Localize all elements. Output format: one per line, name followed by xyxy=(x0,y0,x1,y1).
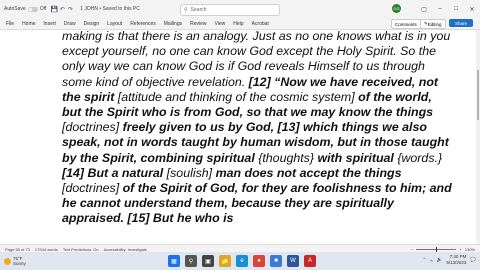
search-icon: ⚲ xyxy=(184,7,188,13)
avatar[interactable]: GG xyxy=(392,4,401,13)
verse-number: [12] xyxy=(248,74,271,89)
search-box[interactable]: ⚲ Search xyxy=(180,4,280,16)
document-title: 1 JOHN • Saved to this PC xyxy=(80,6,140,12)
comments-label: Comments xyxy=(395,21,417,27)
amplified-note: [soulish] xyxy=(166,165,213,180)
window-controls: ▢ – □ ✕ xyxy=(416,0,480,18)
document-text[interactable]: making is that there is an analogy. Just… xyxy=(62,30,452,227)
minimize-button[interactable]: – xyxy=(432,0,448,18)
scripture-text: But a natural xyxy=(84,165,167,180)
amplified-note: [doctrines] xyxy=(62,181,120,196)
autosave-switch[interactable] xyxy=(27,6,38,12)
task-view-icon[interactable]: ▣ xyxy=(202,255,214,267)
tab-layout[interactable]: Layout xyxy=(103,21,126,27)
verse-number: [15] xyxy=(127,211,150,226)
amplified-note: {thoughts} xyxy=(258,150,315,165)
redo-icon[interactable]: ↷ xyxy=(66,5,74,13)
wifi-icon[interactable]: ≈ xyxy=(430,258,432,263)
scrollbar-thumb[interactable] xyxy=(477,70,479,120)
avatar-initials: GG xyxy=(393,6,400,11)
word-icon[interactable]: W xyxy=(287,255,299,267)
notification-icon[interactable]: 💬 xyxy=(470,257,476,263)
autosave-label: AutoSave xyxy=(4,6,26,12)
amplified-note: [doctrines] xyxy=(62,120,120,135)
close-button[interactable]: ✕ xyxy=(464,0,480,18)
ribbon-options-icon[interactable]: ▢ xyxy=(416,0,432,18)
share-label: Share xyxy=(454,20,467,26)
text-predictions[interactable]: Text Predictions: On xyxy=(63,247,99,252)
clock[interactable]: 7:40 PM 5/13/2023 xyxy=(446,254,466,266)
weather-widget[interactable]: 75°F Sunny xyxy=(4,256,26,266)
scripture-text: freely given to us by God, xyxy=(119,120,278,135)
editing-label: Editing xyxy=(427,21,442,27)
chrome-icon[interactable]: ● xyxy=(253,255,265,267)
undo-icon[interactable]: ↶ xyxy=(58,5,66,13)
tab-design[interactable]: Design xyxy=(80,21,104,27)
share-button[interactable]: Share xyxy=(449,19,473,27)
tab-file[interactable]: File xyxy=(2,21,18,27)
file-explorer-icon[interactable]: 📁 xyxy=(219,255,231,267)
volume-icon[interactable]: 🔊 xyxy=(437,257,443,263)
acrobat-icon[interactable]: A xyxy=(304,255,316,267)
search-placeholder: Search xyxy=(190,7,207,13)
verse-number: [13] xyxy=(277,120,300,135)
zoom-slider[interactable] xyxy=(416,246,457,252)
chevron-up-icon[interactable]: ⌃ xyxy=(422,257,426,263)
title-bar: AutoSave Off 💾 ↶ ↷ 1 JOHN • Saved to thi… xyxy=(0,0,480,18)
search-taskbar-icon[interactable]: ⚲ xyxy=(185,255,197,267)
tab-acrobat[interactable]: Acrobat xyxy=(248,21,273,27)
save-icon[interactable]: 💾 xyxy=(50,5,58,13)
zoom-out-icon[interactable]: − xyxy=(411,247,413,252)
maximize-button[interactable]: □ xyxy=(448,0,464,18)
taskbar-apps: ▦ ⚲ ▣ 📁 e ● ■ W A xyxy=(168,255,316,267)
autosave-state: Off xyxy=(39,6,47,12)
document-area[interactable]: making is that there is an analogy. Just… xyxy=(0,30,480,244)
sun-icon xyxy=(4,257,11,265)
page-count[interactable]: Page 65 of 73 xyxy=(5,247,30,252)
windows-start-icon[interactable]: ▦ xyxy=(168,255,180,267)
amplified-note: {words.} xyxy=(397,150,443,165)
tab-view[interactable]: View xyxy=(211,21,230,27)
editing-button[interactable]: ✎ Editing xyxy=(420,19,446,29)
tab-draw[interactable]: Draw xyxy=(60,21,80,27)
zoom-in-icon[interactable]: + xyxy=(459,247,461,252)
tab-review[interactable]: Review xyxy=(186,21,210,27)
tab-references[interactable]: References xyxy=(126,21,160,27)
comments-button[interactable]: Comments xyxy=(391,19,421,29)
accessibility-status[interactable]: Accessibility: Investigate xyxy=(104,247,147,252)
scripture-text: man does not accept the things xyxy=(212,165,402,180)
scripture-text: But he who is xyxy=(149,211,234,226)
clock-date: 5/13/2023 xyxy=(446,260,467,265)
zoom-slider-thumb[interactable] xyxy=(436,246,438,252)
edge-icon[interactable]: e xyxy=(236,255,248,267)
verse-number: [14] xyxy=(62,165,85,180)
scripture-text: of the Spirit of God, for they are fooli… xyxy=(62,181,452,226)
vertical-scrollbar[interactable] xyxy=(476,30,480,244)
scripture-text: with spiritual xyxy=(314,150,398,165)
tab-insert[interactable]: Insert xyxy=(39,21,60,27)
taskbar: 75°F Sunny ▦ ⚲ ▣ 📁 e ● ■ W A ⌃ ≈ 🔊 7:40 … xyxy=(0,252,480,270)
tab-mailings[interactable]: Mailings xyxy=(160,21,186,27)
tab-home[interactable]: Home xyxy=(18,21,39,27)
zoom-level[interactable]: 130% xyxy=(465,247,475,252)
word-count[interactable]: 17544 words xyxy=(35,247,58,252)
amplified-note: [attitude and thinking of the cosmic sys… xyxy=(117,89,355,104)
system-tray: ⌃ ≈ 🔊 7:40 PM 5/13/2023 💬 xyxy=(422,254,476,266)
weather-desc: Sunny xyxy=(13,261,26,266)
tab-help[interactable]: Help xyxy=(229,21,247,27)
store-icon[interactable]: ■ xyxy=(270,255,282,267)
autosave-toggle[interactable]: AutoSave Off xyxy=(4,6,46,12)
document-paragraph: making is that there is an analogy. Just… xyxy=(62,30,452,225)
